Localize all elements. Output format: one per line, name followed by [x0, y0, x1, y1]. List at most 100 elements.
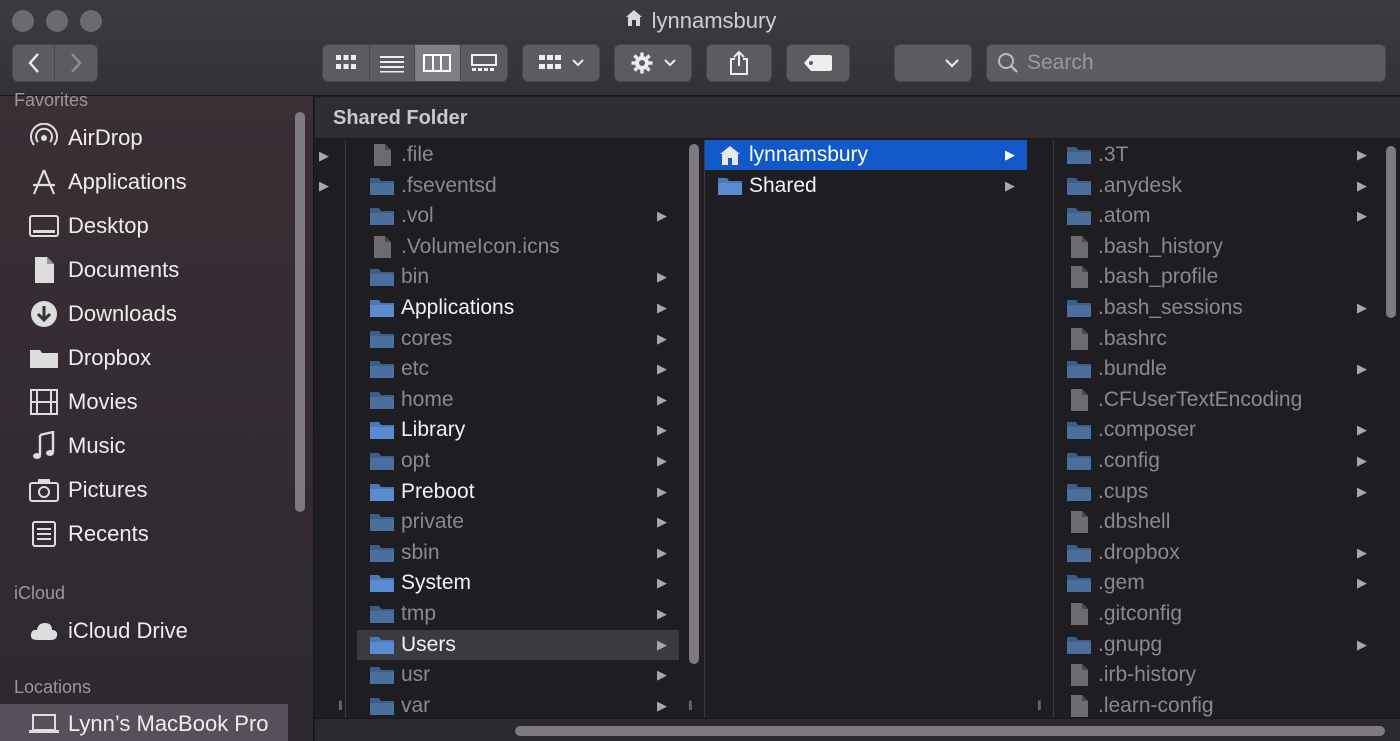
chevron-down-icon: [572, 59, 584, 67]
item-name: Preboot: [401, 479, 475, 503]
file-row[interactable]: .learn-config: [1054, 691, 1379, 718]
folder-row[interactable]: .fseventsd: [357, 171, 679, 201]
sidebar-item-recents[interactable]: Recents: [28, 514, 288, 554]
tags-button[interactable]: [786, 44, 850, 82]
search-icon: [998, 53, 1018, 73]
sidebar-scrollbar[interactable]: [295, 112, 305, 512]
folder-row[interactable]: .bundle ▶: [1054, 354, 1379, 384]
sidebar-item-applications[interactable]: Applications: [28, 162, 288, 202]
folder-row[interactable]: opt ▶: [357, 446, 679, 476]
sidebar-item-movies[interactable]: Movies: [28, 382, 288, 422]
item-name: etc: [401, 357, 430, 381]
sidebar-item-icloud-drive[interactable]: iCloud Drive: [28, 611, 288, 651]
search-input[interactable]: [1027, 51, 1367, 75]
folder-row[interactable]: Users ▶: [357, 629, 679, 660]
file-row[interactable]: .bash_history: [1054, 232, 1379, 262]
folder-row[interactable]: .composer ▶: [1054, 415, 1379, 445]
folder-row[interactable]: bin ▶: [357, 262, 679, 292]
column-resize-handle[interactable]: ǀǀ: [688, 698, 693, 713]
column-home: .3T ▶ .anydesk ▶ .atom ▶ .bash_history .bash_pr…: [1054, 140, 1384, 718]
folder-row[interactable]: etc ▶: [357, 354, 679, 384]
folder-row[interactable]: System ▶: [357, 568, 679, 598]
folder-row[interactable]: private ▶: [357, 507, 679, 537]
item-name: .fseventsd: [401, 173, 497, 197]
grid-icon: [335, 55, 356, 69]
dropbox-menu-button[interactable]: [894, 44, 972, 82]
item-name: .atom: [1098, 204, 1151, 228]
folder-row[interactable]: sbin ▶: [357, 538, 679, 568]
list-view-button[interactable]: [369, 45, 416, 81]
folder-row[interactable]: Preboot ▶: [357, 477, 679, 507]
column-divider[interactable]: [345, 140, 346, 718]
file-row[interactable]: .file: [357, 140, 679, 170]
folder-row[interactable]: usr ▶: [357, 660, 679, 690]
folder-row[interactable]: lynnamsbury ▶: [705, 140, 1027, 170]
item-name: .vol: [401, 204, 434, 228]
chevron-right-icon: ▶: [657, 361, 667, 377]
folder-row[interactable]: .3T ▶: [1054, 140, 1379, 170]
folder-row[interactable]: var ▶: [357, 691, 679, 718]
column-home-scrollbar[interactable]: [1386, 146, 1396, 318]
folder-icon: [1066, 570, 1092, 596]
sidebar-item-desktop[interactable]: Desktop: [28, 206, 288, 246]
file-row[interactable]: .bash_profile: [1054, 262, 1379, 292]
file-row[interactable]: .gitconfig: [1054, 599, 1379, 629]
chevron-right-icon: ▶: [657, 667, 667, 683]
action-menu-button[interactable]: [614, 44, 692, 82]
file-row[interactable]: .VolumeIcon.icns: [357, 232, 679, 262]
sidebar-item-macbook-pro[interactable]: Lynn’s MacBook Pro: [0, 704, 288, 741]
folder-row[interactable]: home ▶: [357, 385, 679, 415]
item-name: .bash_profile: [1098, 265, 1219, 289]
folder-row[interactable]: .gnupg ▶: [1054, 630, 1379, 660]
column-root-scrollbar[interactable]: [689, 144, 699, 664]
sidebar-item-dropbox[interactable]: Dropbox: [28, 338, 288, 378]
document-icon: [1066, 387, 1092, 413]
file-row[interactable]: .dbshell: [1054, 507, 1379, 537]
chevron-right-icon: ▶: [657, 453, 667, 468]
folder-row[interactable]: Library ▶: [357, 415, 679, 445]
column-view-button[interactable]: [415, 45, 461, 81]
folder-icon: [1066, 203, 1092, 229]
folder-row[interactable]: .bash_sessions ▶: [1054, 293, 1379, 323]
folder-icon: [369, 387, 395, 413]
folder-row[interactable]: .gem ▶: [1054, 568, 1379, 598]
folder-row[interactable]: cores ▶: [357, 324, 679, 354]
sidebar-item-music[interactable]: Music: [28, 426, 288, 466]
folder-row[interactable]: Shared ▶: [705, 171, 1027, 201]
item-name: .anydesk: [1098, 173, 1183, 197]
chevron-right-icon: ▶: [1357, 147, 1367, 162]
search-field[interactable]: [986, 44, 1386, 82]
group-by-button[interactable]: [522, 44, 600, 82]
folder-row[interactable]: .atom ▶: [1054, 201, 1379, 231]
back-button[interactable]: [13, 45, 56, 81]
file-row[interactable]: .irb-history: [1054, 660, 1379, 690]
column-parent: ▶ ▶: [315, 140, 345, 718]
gallery-view-button[interactable]: [460, 45, 507, 81]
column-resize-handle[interactable]: ǀǀ: [1037, 698, 1042, 713]
icon-view-button[interactable]: [323, 45, 370, 81]
sidebar-item-airdrop[interactable]: AirDrop: [28, 118, 288, 158]
folder-row[interactable]: .vol ▶: [357, 201, 679, 231]
folder-row[interactable]: .config ▶: [1054, 446, 1379, 476]
horizontal-scrollbar[interactable]: [515, 726, 1385, 736]
folder-row[interactable]: .cups ▶: [1054, 477, 1379, 507]
share-button[interactable]: [706, 44, 772, 82]
forward-button[interactable]: [55, 45, 97, 81]
folder-row[interactable]: .dropbox ▶: [1054, 538, 1379, 568]
sidebar-item-documents[interactable]: Documents: [28, 250, 288, 290]
folder-row[interactable]: Applications ▶: [357, 293, 679, 323]
folder-icon: [369, 601, 395, 627]
sidebar-item-pictures[interactable]: Pictures: [28, 470, 288, 510]
folder-row[interactable]: tmp ▶: [357, 599, 679, 629]
sidebar-heading-favorites: Favorites: [14, 90, 89, 110]
column-resize-handle[interactable]: ǀǀ: [338, 698, 343, 713]
chevron-right-icon: ▶: [1357, 361, 1367, 377]
sidebar-item-downloads[interactable]: Downloads: [28, 294, 288, 334]
file-row[interactable]: .bashrc: [1054, 324, 1379, 354]
sidebar-item-label: Lynn’s MacBook Pro: [68, 711, 269, 736]
file-row[interactable]: .CFUserTextEncoding: [1054, 385, 1379, 415]
folder-row[interactable]: .anydesk ▶: [1054, 171, 1379, 201]
folder-icon: [1066, 417, 1092, 443]
sidebar-item-label: iCloud Drive: [68, 618, 188, 643]
chevron-right-icon: ▶: [657, 269, 667, 285]
